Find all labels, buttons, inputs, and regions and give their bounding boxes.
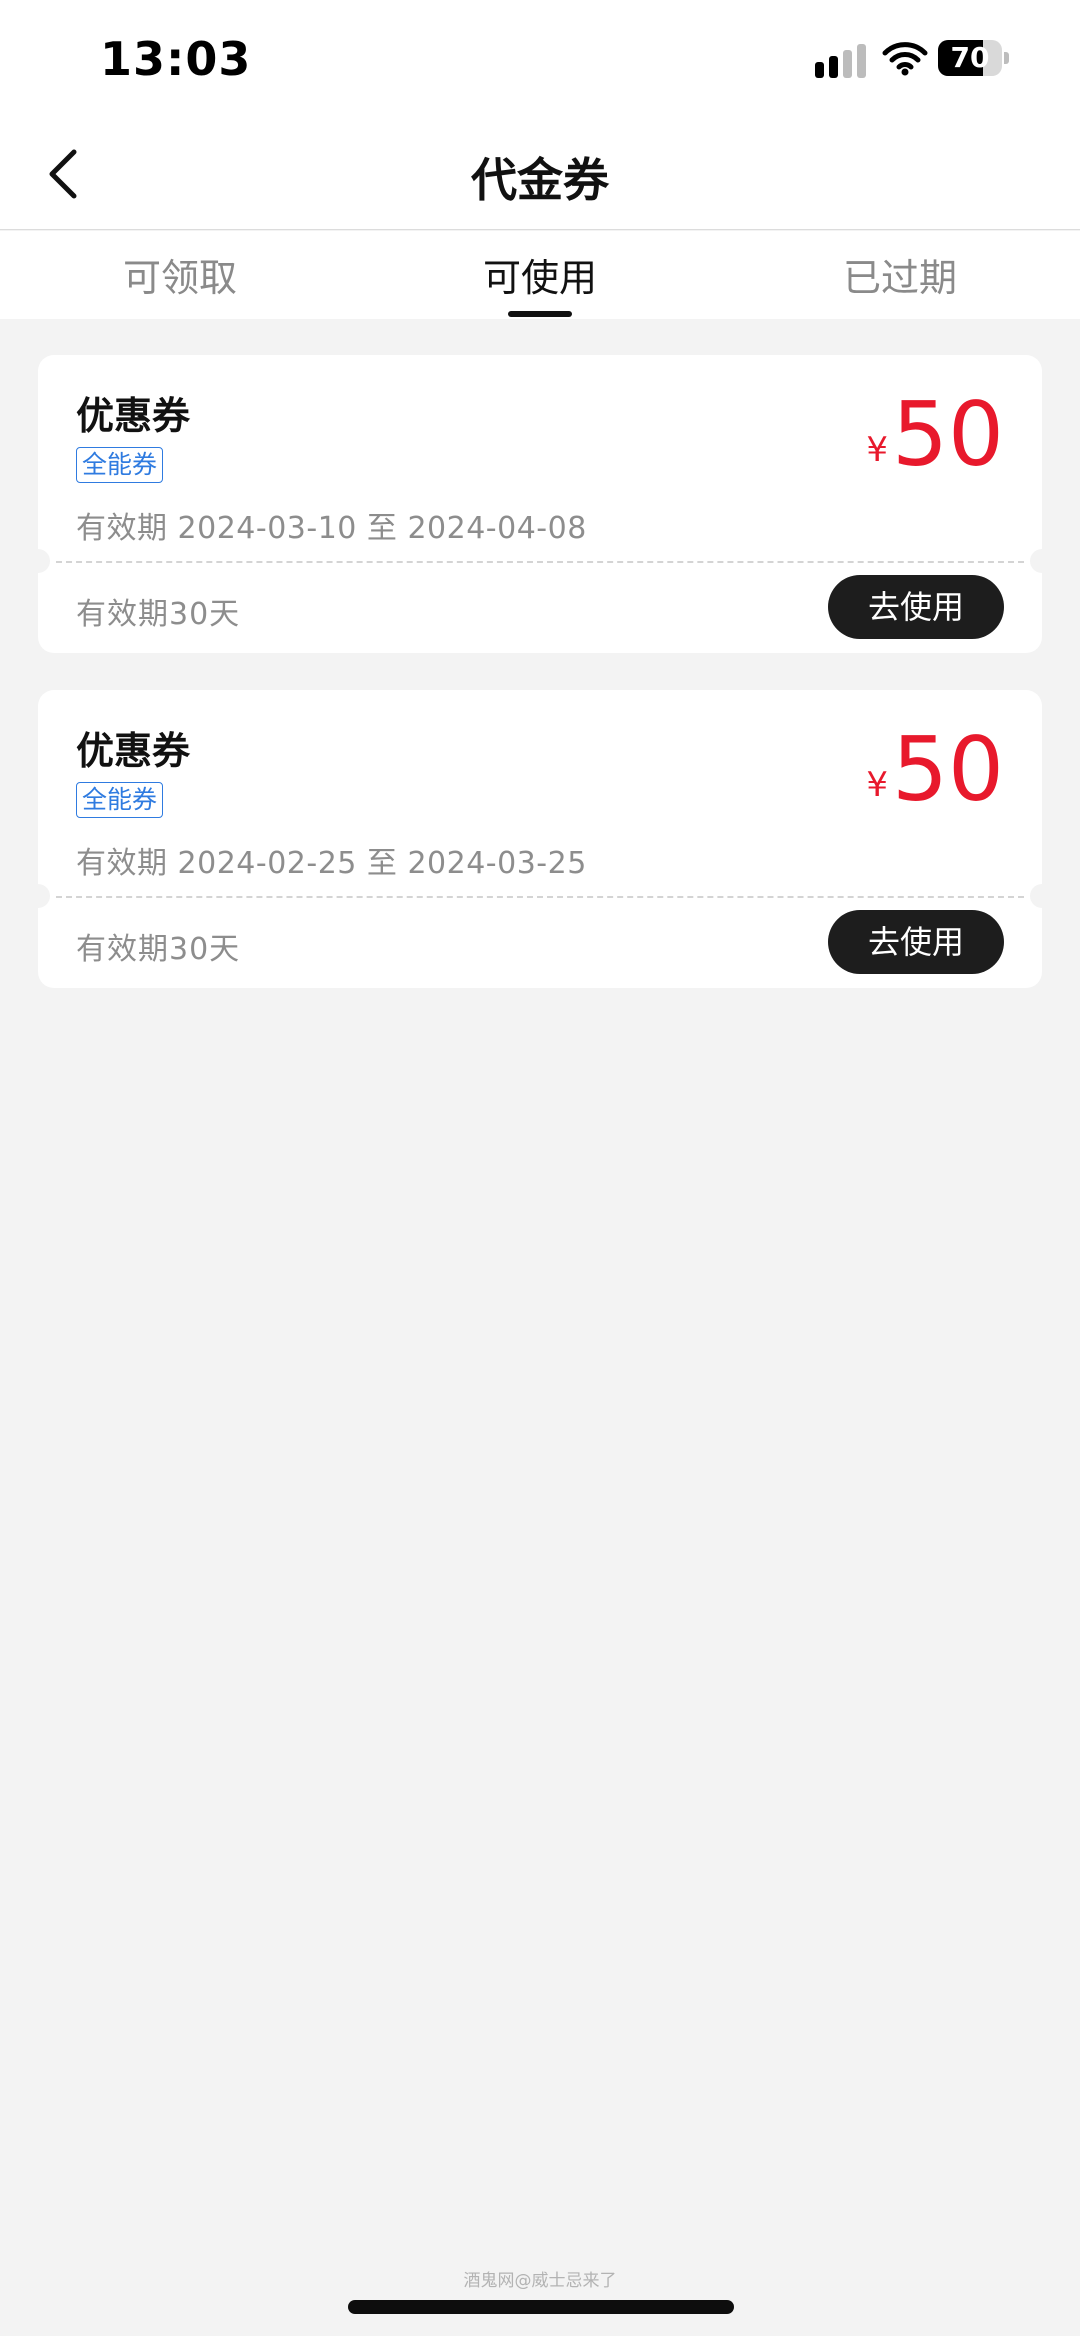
- tab-claimable[interactable]: 可领取: [0, 247, 360, 302]
- coupon-amount: ¥50: [866, 718, 1004, 821]
- battery-body: 70: [938, 40, 1002, 76]
- card-notch: [26, 549, 50, 573]
- use-coupon-button[interactable]: 去使用: [828, 575, 1004, 639]
- dashed-divider: [56, 561, 1024, 563]
- tab-usable[interactable]: 可使用: [360, 247, 720, 302]
- coupon-name: 优惠券: [76, 729, 191, 773]
- tab-expired[interactable]: 已过期: [720, 247, 1080, 302]
- dashed-divider: [56, 896, 1024, 898]
- coupon-date-range: 有效期 2024-02-25 至 2024-03-25: [76, 846, 587, 881]
- card-notch: [1030, 884, 1054, 908]
- coupon-type-tag: 全能券: [76, 447, 164, 483]
- coupon-page: 13:03 70 代金券 可领取 可使用 已过期 优惠券 全能券 有效期 202…: [0, 0, 1080, 2336]
- battery-cap: [1004, 52, 1009, 64]
- home-indicator[interactable]: [348, 2300, 734, 2314]
- use-coupon-button[interactable]: 去使用: [828, 910, 1004, 974]
- tab-bar: 可领取 可使用 已过期: [0, 231, 1080, 319]
- coupon-name: 优惠券: [76, 394, 191, 438]
- coupon-validity: 有效期30天: [76, 932, 241, 967]
- page-title: 代金券: [471, 153, 609, 207]
- amount-value: 50: [892, 383, 1004, 486]
- coupon-date-range: 有效期 2024-03-10 至 2024-04-08: [76, 511, 587, 546]
- status-bar: 13:03 70: [0, 0, 1080, 118]
- coupon-type-tag: 全能券: [76, 782, 164, 818]
- coupon-validity: 有效期30天: [76, 597, 241, 632]
- status-time: 13:03: [100, 32, 252, 86]
- active-tab-indicator: [508, 311, 572, 317]
- coupon-card[interactable]: 优惠券 全能券 有效期 2024-02-25 至 2024-03-25 ¥50 …: [26, 690, 1054, 988]
- coupon-card[interactable]: 优惠券 全能券 有效期 2024-03-10 至 2024-04-08 ¥50 …: [26, 355, 1054, 653]
- signal-icon: [815, 44, 866, 78]
- battery-level: 70: [950, 41, 990, 74]
- coupon-amount: ¥50: [866, 383, 1004, 486]
- card-notch: [26, 884, 50, 908]
- amount-value: 50: [892, 718, 1004, 821]
- currency-symbol: ¥: [866, 430, 889, 470]
- card-notch: [1030, 549, 1054, 573]
- currency-symbol: ¥: [866, 765, 889, 805]
- battery-icon: 70: [938, 40, 1010, 76]
- watermark: 酒鬼网@威士忌来了: [463, 2271, 617, 2291]
- nav-bar: 代金券: [0, 118, 1080, 230]
- wifi-icon: [882, 42, 928, 76]
